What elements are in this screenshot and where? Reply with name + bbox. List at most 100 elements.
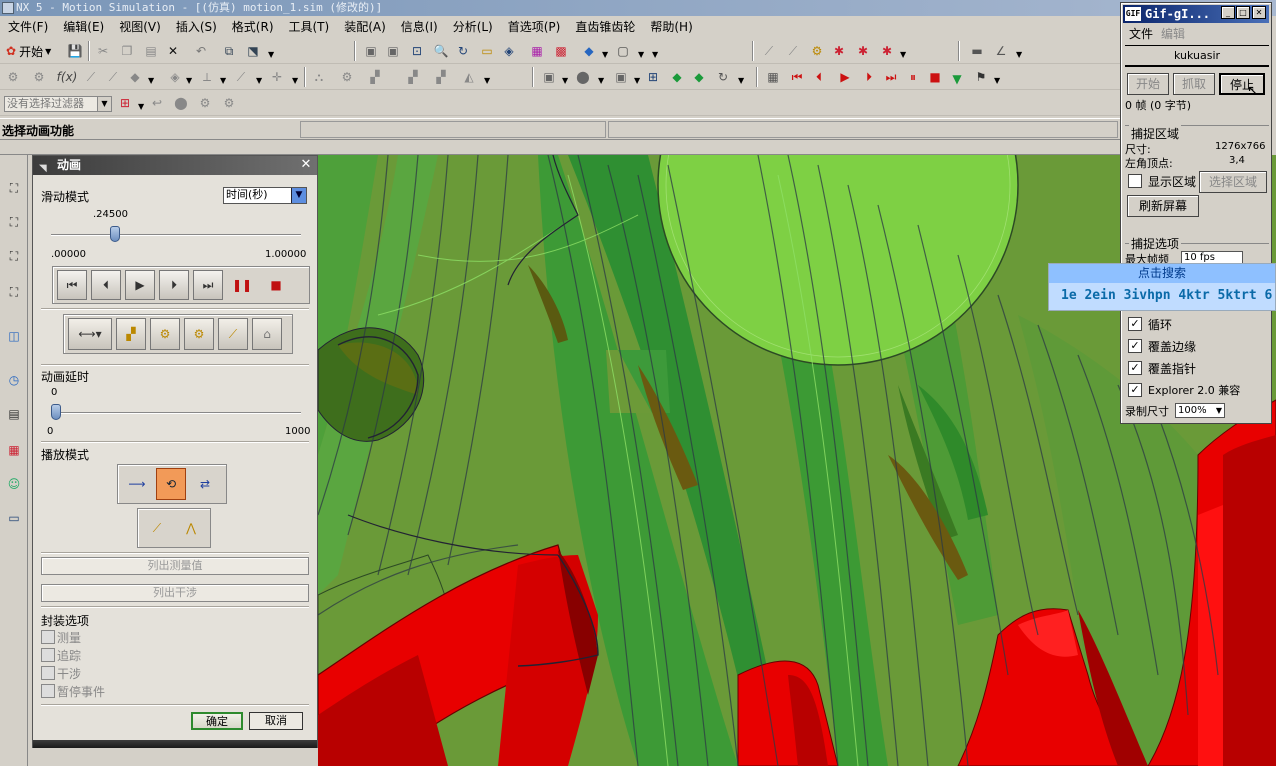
- edge-style-icon[interactable]: ▩: [552, 42, 570, 60]
- chevron-down-icon[interactable]: ▼: [598, 76, 604, 85]
- paste-icon[interactable]: ▤: [142, 42, 160, 60]
- zoom-window-icon[interactable]: ▣: [384, 42, 402, 60]
- sensor-icon[interactable]: ⬤: [574, 68, 592, 86]
- ok-button[interactable]: 确定: [191, 712, 243, 730]
- stop-button[interactable]: ■: [261, 270, 291, 300]
- play-icon[interactable]: ▶: [836, 68, 854, 86]
- chevron-down-icon[interactable]: ▼: [738, 76, 744, 85]
- chevron-down-icon[interactable]: ▼: [138, 102, 144, 111]
- menu-preferences[interactable]: 首选项(P): [508, 18, 561, 35]
- ad-header[interactable]: 点击搜索: [1049, 264, 1275, 283]
- damper-icon[interactable]: ⟋: [104, 68, 122, 86]
- snap-icon-1[interactable]: ↩: [148, 94, 166, 112]
- menu-bevel-gear[interactable]: 直齿锥齿轮: [575, 18, 635, 35]
- menu-assembly[interactable]: 装配(A): [344, 18, 386, 35]
- selection-filter-select[interactable]: 没有选择过滤器 ▼: [4, 96, 112, 112]
- maximize-icon[interactable]: □: [1236, 6, 1250, 19]
- point-on-curve-icon[interactable]: ▞: [432, 68, 450, 86]
- menu-edit[interactable]: 编辑(E): [63, 18, 104, 35]
- loop-icon[interactable]: ▼: [948, 70, 966, 88]
- interference-checkbox[interactable]: 干涉: [41, 665, 81, 681]
- explorer-compat-checkbox[interactable]: ✓ Explorer 2.0 兼容: [1128, 382, 1240, 398]
- snap-icon-2[interactable]: ⬤: [172, 94, 190, 112]
- assembly-navigator-icon[interactable]: ⛶: [4, 177, 24, 199]
- history-icon[interactable]: ⛶: [4, 281, 24, 303]
- rewind-icon[interactable]: ⏮: [788, 68, 806, 86]
- system-materials-icon[interactable]: ▦: [4, 439, 24, 461]
- rotate-icon[interactable]: ↻: [454, 42, 472, 60]
- menu-insert[interactable]: 插入(S): [176, 18, 217, 35]
- chevron-down-icon[interactable]: ▼: [652, 50, 658, 59]
- arrow-left-icon[interactable]: ◆: [668, 68, 686, 86]
- table-icon[interactable]: ▣: [612, 68, 630, 86]
- animation-icon[interactable]: ▦: [764, 68, 782, 86]
- command-finder-icon[interactable]: ⬔: [244, 42, 262, 60]
- list-interference-button[interactable]: 列出干涉: [41, 584, 309, 602]
- render-style-icon[interactable]: ▦: [528, 42, 546, 60]
- chevron-down-icon[interactable]: ▼: [256, 76, 262, 85]
- magnify-icon[interactable]: 🔍: [432, 42, 450, 60]
- stop-icon[interactable]: ■: [926, 68, 944, 86]
- menu-format[interactable]: 格式(R): [232, 18, 274, 35]
- palette-icon[interactable]: ▤: [4, 403, 24, 425]
- menu-info[interactable]: 信息(I): [401, 18, 438, 35]
- chevron-down-icon[interactable]: ▼: [900, 50, 906, 59]
- record-size-select[interactable]: 100% ▼: [1175, 403, 1225, 418]
- close-icon[interactable]: ✕: [299, 158, 313, 172]
- pin-icon[interactable]: ◥: [39, 159, 51, 174]
- dialog-resize-bar[interactable]: [33, 740, 317, 748]
- function-icon[interactable]: f(x): [57, 68, 78, 86]
- minimize-icon[interactable]: _: [1221, 6, 1235, 19]
- rack-icon[interactable]: ▞: [366, 68, 384, 86]
- select-all-icon[interactable]: ⊞: [116, 94, 134, 112]
- list-measurements-button[interactable]: 列出测量值: [41, 557, 309, 575]
- slide-mode-select[interactable]: 时间(秒) ▼: [223, 187, 307, 204]
- loop-checkbox[interactable]: ✓ 循环: [1128, 316, 1172, 332]
- gif-menu-edit[interactable]: 编辑: [1161, 25, 1185, 42]
- chevron-down-icon[interactable]: ▼: [220, 76, 226, 85]
- constraint-icon[interactable]: ⛬: [310, 68, 328, 86]
- arrow-right-icon[interactable]: ◆: [690, 68, 708, 86]
- cut-icon[interactable]: ✂: [94, 42, 112, 60]
- time-slider-track[interactable]: [51, 234, 301, 236]
- play-button[interactable]: ▶: [125, 270, 155, 300]
- delay-slider-track[interactable]: [51, 412, 301, 414]
- pause-icon[interactable]: ⏸: [904, 68, 922, 86]
- delete-icon[interactable]: ✕: [164, 42, 182, 60]
- solver-icon[interactable]: ▣: [540, 68, 558, 86]
- trace-checkbox[interactable]: 追踪: [41, 647, 81, 663]
- repeat-command-icon[interactable]: ⧉: [220, 42, 238, 60]
- cable-icon[interactable]: ▞: [404, 68, 422, 86]
- fit-view-icon[interactable]: ▣: [362, 42, 380, 60]
- curve-on-curve-icon[interactable]: ◭: [460, 68, 478, 86]
- motion-icon-5[interactable]: ✱: [854, 42, 872, 60]
- refresh-screen-button[interactable]: 刷新屏幕: [1127, 195, 1199, 217]
- chevron-down-icon[interactable]: ▼: [638, 50, 644, 59]
- motion-icon-6[interactable]: ✱: [878, 42, 896, 60]
- motion-navigator-icon[interactable]: ⛶: [4, 245, 24, 267]
- gear-joint-icon[interactable]: ⚙: [338, 68, 356, 86]
- bushing-icon[interactable]: ◆: [126, 68, 144, 86]
- grid-icon[interactable]: ⊞: [644, 68, 662, 86]
- trace-button[interactable]: ▞: [116, 318, 146, 350]
- motion-icon-3[interactable]: ⚙: [808, 42, 826, 60]
- link-icon[interactable]: ⚙: [4, 68, 22, 86]
- path-mode-button-1[interactable]: ⟋: [142, 512, 172, 544]
- orient-view-icon[interactable]: ▢: [614, 42, 632, 60]
- measure-tool-button[interactable]: ⟷▾: [68, 318, 112, 350]
- contact-icon[interactable]: ◈: [166, 68, 184, 86]
- select-area-button[interactable]: 选择区域: [1199, 171, 1267, 193]
- chevron-down-icon[interactable]: ▼: [1016, 50, 1022, 59]
- chevron-down-icon[interactable]: ▼: [186, 76, 192, 85]
- marker-icon[interactable]: ✛: [268, 68, 286, 86]
- delay-slider-thumb[interactable]: [51, 404, 61, 420]
- finish-flag-icon[interactable]: ⚑: [972, 68, 990, 86]
- refresh-icon[interactable]: ↻: [714, 68, 732, 86]
- close-icon[interactable]: ✕: [1252, 6, 1266, 19]
- step-back-icon[interactable]: ⏴: [810, 68, 828, 86]
- chevron-down-icon[interactable]: ▼: [994, 76, 1000, 85]
- chevron-down-icon[interactable]: ▼: [484, 76, 490, 85]
- step-forward-icon[interactable]: ⏵: [860, 68, 878, 86]
- copy-icon[interactable]: ❐: [118, 42, 136, 60]
- snap-icon-3[interactable]: ⚙: [196, 94, 214, 112]
